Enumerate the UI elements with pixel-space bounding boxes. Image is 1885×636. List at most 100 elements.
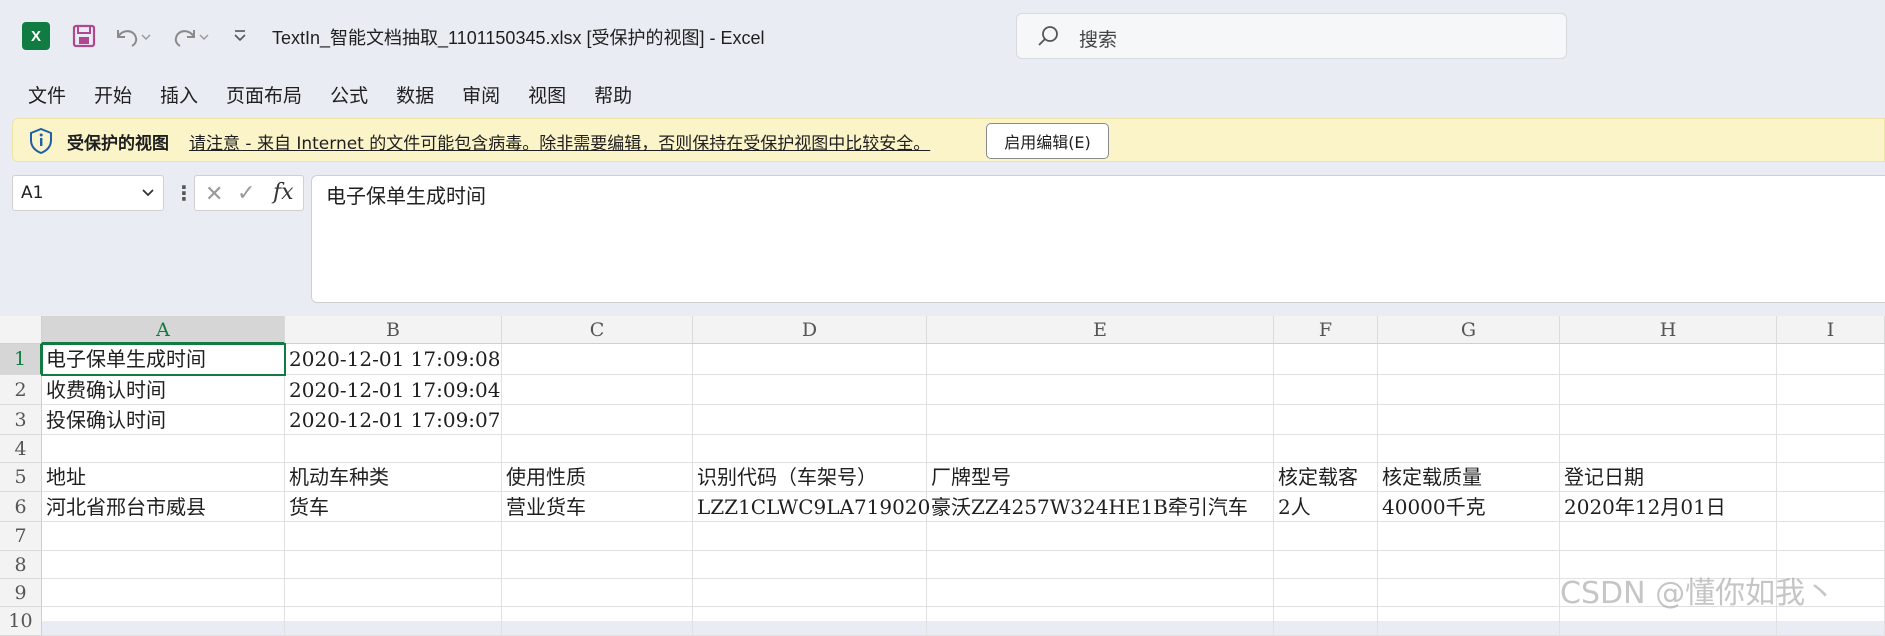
row-header-6[interactable]: 6 [0,492,42,522]
cell-i7[interactable] [1777,522,1885,551]
cell-a6[interactable]: 河北省邢台市威县 [42,492,285,522]
cell-f1[interactable] [1274,344,1378,375]
cell-f2[interactable] [1274,375,1378,405]
cancel-icon[interactable]: ✕ [205,182,223,207]
cell-g8[interactable] [1378,551,1560,579]
cell-e5[interactable]: 厂牌型号 [927,463,1274,492]
cell-f9[interactable] [1274,579,1378,607]
cell-d6[interactable]: LZZ1CLWC9LA719020 [693,492,930,522]
cell-a7[interactable] [42,522,285,551]
row-header-1[interactable]: 1 [0,344,42,375]
cell-g1[interactable] [1378,344,1560,375]
chevron-down-icon[interactable] [141,186,155,200]
cell-b9[interactable] [285,579,502,607]
cell-d5[interactable]: 识别代码（车架号） [693,463,927,492]
row-header-4[interactable]: 4 [0,435,42,463]
cell-g9[interactable] [1378,579,1560,607]
cell-g6[interactable]: 40000千克 [1378,492,1560,522]
cell-i2[interactable] [1777,375,1885,405]
formula-input[interactable]: 电子保单生成时间 [311,175,1885,303]
cell-d1[interactable] [693,344,927,375]
column-header-d[interactable]: D [693,316,927,344]
cell-d4[interactable] [693,435,927,463]
cell-b8[interactable] [285,551,502,579]
cell-a4[interactable] [42,435,285,463]
cell-g10[interactable] [1378,607,1560,636]
cell-a2[interactable]: 收费确认时间 [42,375,285,405]
row-header-2[interactable]: 2 [0,375,42,405]
cell-b3[interactable]: 2020-12-01 17:09:07 [285,405,502,435]
cell-f6[interactable]: 2人 [1274,492,1378,522]
cell-d7[interactable] [693,522,927,551]
cell-e10[interactable] [927,607,1274,636]
cell-b7[interactable] [285,522,502,551]
column-header-b[interactable]: B [285,316,502,344]
cell-e4[interactable] [927,435,1274,463]
menu-data[interactable]: 数据 [382,80,448,112]
cell-f7[interactable] [1274,522,1378,551]
cell-h4[interactable] [1560,435,1777,463]
cell-b5[interactable]: 机动车种类 [285,463,502,492]
cell-f10[interactable] [1274,607,1378,636]
protected-view-message[interactable]: 请注意 - 来自 Internet 的文件可能包含病毒。除非需要编辑，否则保持在… [189,129,930,154]
column-header-a[interactable]: A [42,316,285,344]
cell-e8[interactable] [927,551,1274,579]
column-header-h[interactable]: H [1560,316,1777,344]
column-header-e[interactable]: E [927,316,1274,344]
menu-page-layout[interactable]: 页面布局 [212,80,316,112]
cell-i3[interactable] [1777,405,1885,435]
cell-c2[interactable] [502,375,693,405]
save-icon[interactable] [68,20,100,52]
menu-insert[interactable]: 插入 [146,80,212,112]
cell-b1[interactable]: 2020-12-01 17:09:08 [285,344,502,375]
row-header-3[interactable]: 3 [0,405,42,435]
cell-f5[interactable]: 核定载客 [1274,463,1378,492]
cell-h1[interactable] [1560,344,1777,375]
customize-qat-icon[interactable] [228,20,252,52]
cell-d10[interactable] [693,607,927,636]
more-options-icon[interactable]: ⋮ [174,181,194,205]
cell-i5[interactable] [1777,463,1885,492]
cell-a1[interactable]: 电子保单生成时间 [41,343,286,376]
cell-b10[interactable] [285,607,502,636]
cell-d8[interactable] [693,551,927,579]
cell-d3[interactable] [693,405,927,435]
cell-e9[interactable] [927,579,1274,607]
cell-e2[interactable] [927,375,1274,405]
menu-view[interactable]: 视图 [514,80,580,112]
row-header-10[interactable]: 10 [0,607,42,636]
cell-d9[interactable] [693,579,927,607]
cell-f3[interactable] [1274,405,1378,435]
undo-icon[interactable] [110,20,154,52]
cell-c4[interactable] [502,435,693,463]
column-header-c[interactable]: C [502,316,693,344]
cell-g3[interactable] [1378,405,1560,435]
cell-b4[interactable] [285,435,502,463]
insert-function-icon[interactable]: fx [273,180,294,205]
cell-c5[interactable]: 使用性质 [502,463,693,492]
cell-c9[interactable] [502,579,693,607]
cell-a10[interactable] [42,607,285,636]
menu-help[interactable]: 帮助 [580,80,646,112]
cell-g7[interactable] [1378,522,1560,551]
cell-h5[interactable]: 登记日期 [1560,463,1777,492]
cell-i1[interactable] [1777,344,1885,375]
cell-a3[interactable]: 投保确认时间 [42,405,285,435]
menu-home[interactable]: 开始 [80,80,146,112]
cell-e6[interactable]: 豪沃ZZ4257W324HE1B牵引汽车 [927,492,1274,522]
menu-formulas[interactable]: 公式 [316,80,382,112]
cell-g2[interactable] [1378,375,1560,405]
cell-h7[interactable] [1560,522,1777,551]
cell-b6[interactable]: 货车 [285,492,502,522]
cell-d2[interactable] [693,375,927,405]
cell-i4[interactable] [1777,435,1885,463]
cell-g4[interactable] [1378,435,1560,463]
search-box[interactable]: 搜索 [1016,13,1567,59]
row-header-5[interactable]: 5 [0,463,42,492]
cell-h3[interactable] [1560,405,1777,435]
column-header-g[interactable]: G [1378,316,1560,344]
select-all-corner[interactable] [0,316,42,344]
menu-review[interactable]: 审阅 [448,80,514,112]
cell-a8[interactable] [42,551,285,579]
cell-h2[interactable] [1560,375,1777,405]
